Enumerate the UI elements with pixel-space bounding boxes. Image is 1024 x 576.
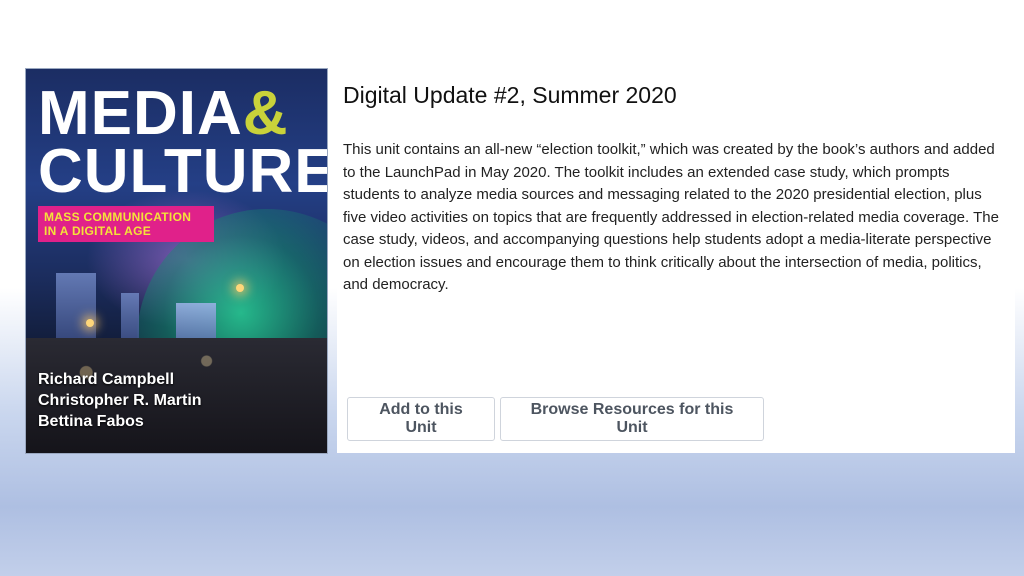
cover-title-culture: CULTURE <box>38 137 328 206</box>
unit-details-panel: Digital Update #2, Summer 2020 This unit… <box>337 68 1015 453</box>
cover-author: Christopher R. Martin <box>38 392 202 409</box>
cover-subtitle: MASS COMMUNICATION IN A DIGITAL AGE <box>38 206 214 242</box>
unit-title: Digital Update #2, Summer 2020 <box>343 82 677 108</box>
cover-authors: Richard Campbell Christopher R. Martin B… <box>38 369 202 432</box>
unit-description: This unit contains an all-new “election … <box>343 141 999 293</box>
cover-subtitle-line: IN A DIGITAL AGE <box>44 224 152 238</box>
browse-resources-button[interactable]: Browse Resources for this Unit <box>500 397 764 441</box>
cover-title-media: MEDIA& <box>38 79 289 148</box>
cover-street-light <box>236 284 244 292</box>
cover-author: Richard Campbell <box>38 371 175 388</box>
cover-subtitle-line: MASS COMMUNICATION <box>44 210 192 224</box>
cover-author: Bettina Fabos <box>38 413 144 430</box>
book-cover-image: MEDIA& CULTURE MASS COMMUNICATION IN A D… <box>25 68 328 454</box>
add-to-unit-button[interactable]: Add to this Unit <box>347 397 495 441</box>
cover-street-light <box>86 319 94 327</box>
